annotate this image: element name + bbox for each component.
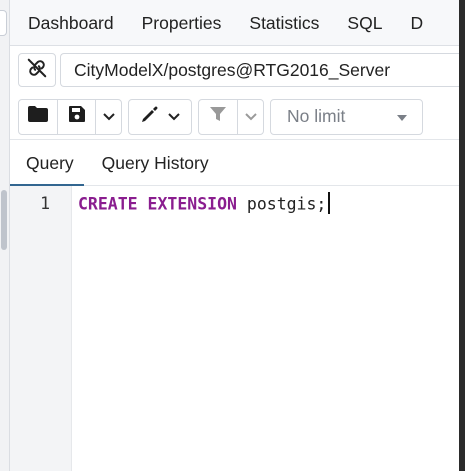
filter-button[interactable] [199, 100, 237, 134]
line-number: 1 [40, 194, 50, 213]
link-slash-icon [26, 57, 48, 84]
tab-dashboard[interactable]: Dashboard [10, 0, 127, 45]
code-line[interactable]: CREATE EXTENSION postgis; [78, 192, 330, 216]
sql-keyword: EXTENSION [147, 194, 237, 214]
sql-keyword: CREATE [78, 194, 138, 214]
left-tab-corner[interactable] [0, 10, 7, 36]
folder-icon [27, 105, 49, 128]
file-button-group [18, 98, 122, 135]
save-file-button[interactable] [57, 99, 95, 134]
chevron-down-icon [102, 108, 115, 126]
left-panel-edge [0, 0, 10, 471]
tab-properties[interactable]: Properties [127, 0, 235, 45]
query-toolbar: No limit [10, 94, 465, 140]
edit-button-group [128, 98, 192, 135]
text-cursor [328, 192, 330, 214]
sql-text: postgis; [236, 194, 327, 214]
filter-icon [209, 105, 227, 128]
connection-selector[interactable]: CityModelX/postgres@RTG2016_Server [60, 53, 465, 87]
tab-statistics[interactable]: Statistics [234, 0, 332, 45]
query-tool-window: Dashboard Properties Statistics SQL D Ci… [0, 0, 465, 471]
filter-button-group [198, 98, 264, 135]
connection-status-button[interactable] [18, 53, 56, 87]
connection-label: CityModelX/postgres@RTG2016_Server [74, 59, 391, 80]
tab-truncated[interactable]: D [395, 0, 436, 45]
save-icon [68, 105, 86, 128]
row-limit-select[interactable]: No limit [270, 98, 423, 135]
chevron-down-icon [168, 108, 180, 126]
query-tab-bar: Query Query History [10, 140, 465, 186]
sql-editor[interactable]: 1 CREATE EXTENSION postgis; [10, 186, 465, 471]
tab-query[interactable]: Query [10, 141, 84, 186]
right-window-edge [459, 0, 465, 471]
row-limit-label: No limit [287, 106, 346, 126]
left-scroll-thumb[interactable] [1, 190, 7, 250]
main-tab-bar: Dashboard Properties Statistics SQL D [10, 0, 465, 46]
tab-query-history[interactable]: Query History [84, 141, 219, 185]
filter-options-dropdown[interactable] [237, 99, 263, 134]
pen-icon [140, 104, 162, 129]
tab-sql[interactable]: SQL [332, 0, 395, 45]
save-options-dropdown[interactable] [95, 99, 121, 134]
connection-bar: CityModelX/postgres@RTG2016_Server [10, 46, 465, 94]
caret-down-icon [396, 106, 408, 127]
line-number-gutter: 1 [10, 186, 72, 471]
chevron-down-icon [244, 108, 257, 126]
edit-options-button[interactable] [129, 100, 191, 134]
open-file-button[interactable] [19, 100, 57, 134]
